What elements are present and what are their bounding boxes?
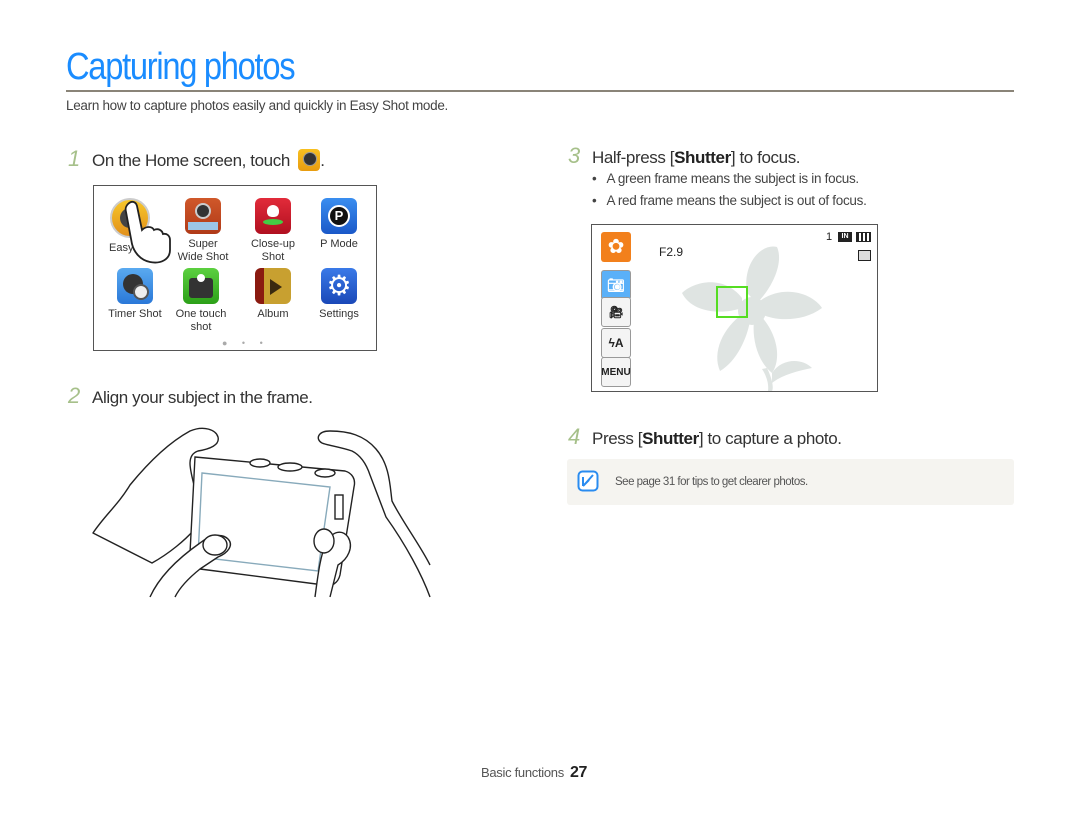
bullet-red-frame: A red frame means the subject is out of … — [592, 193, 866, 208]
page-footer: Basic functions 27 — [481, 764, 587, 782]
app-album[interactable]: Album — [238, 268, 308, 321]
menu-button[interactable]: MENU — [601, 357, 631, 387]
step-2: 2 Align your subject in the frame. — [68, 383, 313, 409]
camera-screen-illustration: ✿ 📷︎ 🎥︎ ϟA MENU F2.9 1 IN — [591, 224, 878, 392]
step-4: 4 Press [Shutter] to capture a photo. — [568, 424, 842, 449]
settings-icon: ⚙ — [321, 268, 357, 304]
p-mode-icon: P — [321, 198, 357, 234]
home-screen-illustration: Easy Super Wide Shot Close-up Shot P P M… — [93, 185, 377, 351]
super-wide-shot-icon — [185, 198, 221, 234]
step-number: 2 — [68, 383, 80, 408]
battery-icon — [856, 232, 871, 242]
shot-count: 1 — [826, 231, 833, 243]
flash-button[interactable]: ϟA — [601, 328, 631, 358]
page-indicator: ● • • — [222, 338, 269, 348]
step-text: On the Home screen, touch — [92, 151, 290, 170]
macro-mode-button[interactable]: ✿ — [601, 232, 631, 262]
hands-holding-camera-illustration — [92, 427, 431, 598]
section-name: Basic functions — [481, 765, 564, 780]
easy-shot-icon — [298, 149, 321, 171]
app-one-touch-shot[interactable]: One touch shot — [166, 268, 236, 334]
app-close-up-shot[interactable]: Close-up Shot — [238, 198, 308, 264]
flash-auto-icon: ϟA — [608, 336, 624, 350]
camera-icon: 📷︎ — [607, 276, 625, 293]
step-text: Align your subject in the frame. — [92, 388, 313, 407]
page-number: 27 — [569, 764, 588, 781]
video-mode-button[interactable]: 🎥︎ — [601, 297, 631, 327]
image-size-icon — [858, 250, 871, 261]
step-number: 1 — [68, 146, 80, 171]
one-touch-shot-icon — [183, 268, 219, 304]
note-icon — [577, 470, 599, 492]
step-number: 4 — [568, 424, 580, 449]
focus-frame — [716, 286, 748, 318]
shutter-key: Shutter — [642, 429, 699, 448]
photo-mode-button[interactable]: 📷︎ — [601, 270, 631, 300]
page-title: Capturing photos — [66, 46, 296, 88]
flower-silhouette — [682, 246, 822, 391]
video-camera-icon: 🎥︎ — [608, 305, 624, 319]
app-p-mode[interactable]: P P Mode — [304, 198, 374, 251]
app-super-wide-shot[interactable]: Super Wide Shot — [168, 198, 238, 264]
close-up-shot-icon — [255, 198, 291, 234]
step-1: 1 On the Home screen, touch . — [68, 146, 325, 171]
flower-icon: ✿ — [607, 236, 625, 258]
aperture-value: F2.9 — [659, 245, 684, 259]
shutter-key: Shutter — [674, 148, 731, 167]
step-3: 3 Half-press [Shutter] to focus. — [568, 143, 801, 168]
step-number: 3 — [568, 143, 580, 168]
title-divider — [66, 90, 1014, 92]
pointing-hand-icon — [124, 200, 171, 264]
app-timer-shot[interactable]: Timer Shot — [100, 268, 170, 321]
internal-memory-icon: IN — [838, 232, 852, 242]
album-icon — [255, 268, 291, 304]
timer-shot-icon — [117, 268, 153, 304]
intro-text: Learn how to capture photos easily and q… — [66, 98, 448, 113]
note-text: See page 31 for tips to get clearer phot… — [615, 476, 808, 488]
bullet-green-frame: A green frame means the subject is in fo… — [592, 171, 859, 186]
app-settings[interactable]: ⚙ Settings — [304, 268, 374, 321]
